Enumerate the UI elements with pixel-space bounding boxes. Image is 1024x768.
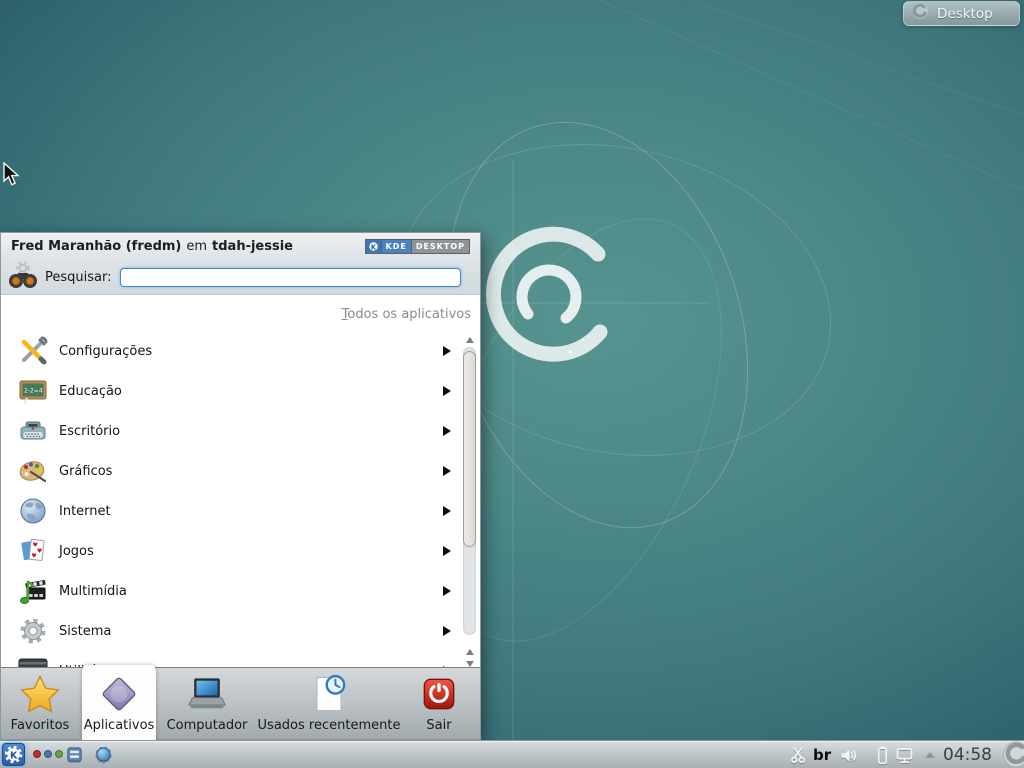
scrollbar-thumb[interactable] (463, 351, 476, 547)
category-row-multimidia[interactable]: Multimídia (1, 571, 459, 611)
scroll-up-arrow-icon[interactable] (466, 649, 474, 655)
activity-dot-blue-icon[interactable] (44, 750, 52, 758)
tab-sair[interactable]: Sair (405, 668, 473, 740)
tab-usados-recentemente[interactable]: Usados recentemente (263, 668, 395, 740)
scroll-up-arrow-icon[interactable] (466, 337, 474, 343)
submenu-arrow-icon (443, 346, 451, 356)
tab-label: Aplicativos (84, 718, 155, 733)
kickoff-launcher-menu: Fred Maranhão (fredm) em tdah-jessie K K… (0, 232, 481, 740)
svg-text:2-2=4: 2-2=4 (24, 388, 43, 395)
search-row: Pesquisar: (1, 260, 480, 295)
submenu-arrow-icon (443, 426, 451, 436)
search-label: Pesquisar: (45, 270, 112, 285)
taskbar-panel: K (0, 740, 1024, 768)
tab-label: Computador (167, 718, 248, 733)
star-icon (18, 672, 62, 716)
launcher-tab-strip: Favoritos Aplicativos (1, 667, 480, 739)
search-input[interactable] (120, 268, 461, 287)
desktop-widget-label: Desktop (937, 6, 993, 22)
submenu-arrow-icon (443, 586, 451, 596)
svg-text:K: K (370, 243, 376, 251)
svg-text:♥: ♥ (31, 552, 37, 560)
kde-badge-label: KDE (381, 240, 411, 253)
kde-desktop-badge: K KDE DESKTOP (365, 239, 471, 254)
category-label: Gráficos (59, 464, 112, 479)
keyboard-layout-indicator[interactable]: br (813, 746, 831, 764)
category-row-graficos[interactable]: Gráficos (1, 451, 459, 491)
launcher-header: Fred Maranhão (fredm) em tdah-jessie K K… (1, 233, 480, 260)
crossed-tools-icon (17, 335, 49, 367)
tab-aplicativos[interactable]: Aplicativos (82, 665, 156, 740)
binoculars-search-icon (7, 259, 39, 295)
panel-clock[interactable]: 04:58 (943, 745, 992, 765)
klipper-scissors-icon[interactable] (788, 745, 808, 768)
window-list-drawer-icon[interactable] (65, 745, 84, 768)
chalkboard-icon: 2-2=4 (17, 375, 49, 407)
tray-expander-arrow-icon[interactable] (925, 752, 935, 758)
device-notifier-monitor-icon[interactable] (894, 745, 915, 768)
svg-text:K: K (10, 751, 18, 762)
tab-label: Favoritos (11, 718, 70, 733)
mouse-cursor (3, 162, 22, 192)
volume-speaker-icon[interactable] (838, 745, 859, 768)
application-category-list: Configurações 2-2=4 Educação (1, 331, 459, 669)
category-label: Escritório (59, 424, 120, 439)
svg-text:♥: ♥ (36, 547, 42, 555)
clapperboard-note-icon (17, 575, 49, 607)
submenu-arrow-icon (443, 546, 451, 556)
breadcrumb-all-applications[interactable]: Todos os aplicativos (342, 307, 471, 322)
laptop-icon (185, 672, 229, 716)
desktop-badge-label: DESKTOP (411, 240, 469, 253)
category-label: Configurações (59, 344, 152, 359)
activity-dot-green-icon[interactable] (55, 750, 63, 758)
painter-palette-icon (17, 455, 49, 487)
header-connector: em (186, 239, 207, 254)
kde-gear-logo-icon: K (366, 240, 381, 253)
typewriter-icon (17, 415, 49, 447)
kde-application-launcher-button[interactable]: K (2, 743, 25, 766)
playing-cards-icon: ♥ ♥ ♥ (17, 535, 49, 567)
category-row-internet[interactable]: Internet (1, 491, 459, 531)
panel-toolbox-cashew-icon[interactable] (994, 741, 1024, 768)
battery-icon[interactable] (872, 744, 892, 768)
hostname: tdah-jessie (212, 239, 293, 254)
globe-icon (17, 495, 49, 527)
blue-sphere-app-icon[interactable] (94, 745, 113, 768)
submenu-arrow-icon (443, 386, 451, 396)
tab-label: Sair (426, 718, 451, 733)
tab-computador[interactable]: Computador (157, 668, 257, 740)
category-label: Internet (59, 504, 111, 519)
category-label: Multimídia (59, 584, 127, 599)
category-row-sistema[interactable]: Sistema (1, 611, 459, 651)
category-label: Jogos (59, 544, 94, 559)
kde-diamond-icon (97, 672, 141, 716)
category-row-jogos[interactable]: ♥ ♥ ♥ Jogos (1, 531, 459, 571)
gear-icon (17, 615, 49, 647)
category-label: Educação (59, 384, 122, 399)
scrollbar-track[interactable] (463, 347, 476, 635)
tab-favoritos[interactable]: Favoritos (1, 668, 79, 740)
activity-dot-red-icon[interactable] (33, 750, 41, 758)
power-icon (417, 672, 461, 716)
category-row-educacao[interactable]: 2-2=4 Educação (1, 371, 459, 411)
kde-gear-k-icon: K (4, 745, 23, 764)
submenu-arrow-icon (443, 626, 451, 636)
document-clock-icon (307, 672, 351, 716)
tab-label: Usados recentemente (258, 718, 401, 733)
submenu-arrow-icon (443, 506, 451, 516)
category-list-scrollbar (462, 337, 478, 669)
user-fullname: Fred Maranhão (fredm) (11, 239, 181, 254)
desktop-folder-widget[interactable]: Desktop (903, 1, 1020, 26)
category-row-escritorio[interactable]: Escritório (1, 411, 459, 451)
plasma-swirl-icon (912, 3, 929, 24)
submenu-arrow-icon (443, 466, 451, 476)
category-row-configuracoes[interactable]: Configurações (1, 331, 459, 371)
category-label: Sistema (59, 624, 111, 639)
